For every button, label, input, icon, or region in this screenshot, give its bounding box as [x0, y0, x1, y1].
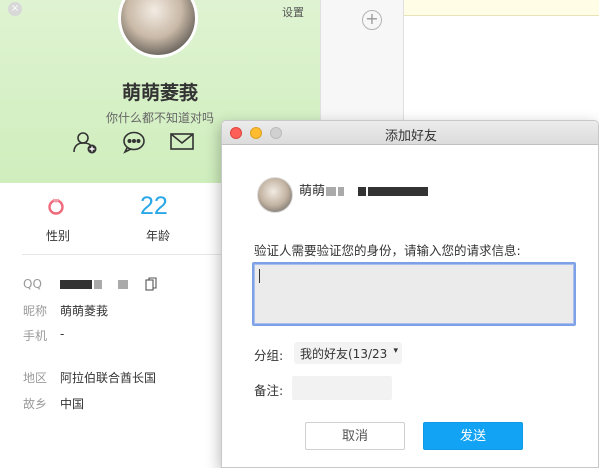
info-value: 阿拉伯联合酋长国 — [60, 371, 157, 385]
info-label: 昵称 — [23, 304, 48, 318]
close-icon[interactable]: × — [8, 2, 22, 16]
info-label: 手机 — [23, 329, 48, 343]
mail-icon[interactable] — [169, 130, 195, 154]
target-user-name-text: 萌萌 — [299, 184, 326, 199]
request-message-input[interactable] — [252, 262, 576, 326]
age-value: 22 — [140, 192, 168, 220]
chat-icon[interactable] — [121, 130, 147, 154]
text-caret — [259, 269, 260, 283]
settings-link[interactable]: 设置 — [282, 4, 304, 20]
dialog-title: 添加好友 — [384, 129, 437, 144]
verification-prompt: 验证人需要验证您的身份，请输入您的请求信息: — [254, 243, 521, 258]
info-value: 中国 — [60, 397, 85, 411]
info-value: - — [60, 327, 65, 341]
cancel-button[interactable]: 取消 — [305, 422, 405, 450]
add-friend-dialog: 添加好友 萌萌 验证人需要验证您的身份，请输入您的请求信息: 分组: 我的好友(… — [221, 120, 599, 468]
group-select[interactable]: 我的好友(13/23 ▾ — [294, 342, 402, 364]
info-label: 故乡 — [23, 397, 48, 411]
target-user-avatar — [257, 177, 293, 213]
send-button[interactable]: 发送 — [423, 422, 523, 450]
group-label: 分组: — [254, 348, 284, 363]
info-label: 地区 — [23, 371, 48, 385]
info-value: 萌萌菱莪 — [60, 304, 109, 318]
remark-label: 备注: — [254, 383, 284, 398]
copy-icon[interactable] — [145, 276, 157, 291]
target-user-name: 萌萌 — [299, 180, 429, 199]
plus-icon[interactable]: + — [362, 10, 382, 30]
age-label: 年龄 — [146, 229, 171, 243]
info-label: QQ — [23, 277, 42, 291]
chevron-down-icon: ▾ — [393, 346, 398, 356]
screen: × 设置 萌萌菱莪 你什么都不知道对吗 性别 22 年龄 QQ 昵称 萌萌菱莪 … — [0, 0, 599, 468]
group-select-value: 我的好友(13/23 — [300, 347, 388, 361]
chat-area-background — [404, 0, 599, 130]
notice-bar — [404, 0, 599, 16]
chat-list-strip: + — [320, 0, 404, 130]
gender-female-icon — [46, 196, 66, 216]
gender-label: 性别 — [46, 229, 71, 243]
dialog-titlebar: 添加好友 — [222, 121, 598, 145]
qq-number-redacted — [60, 277, 128, 291]
remark-input[interactable] — [292, 376, 392, 400]
profile-nickname: 萌萌菱莪 — [121, 82, 198, 104]
profile-avatar[interactable] — [118, 0, 198, 58]
add-friend-icon[interactable] — [72, 130, 98, 154]
